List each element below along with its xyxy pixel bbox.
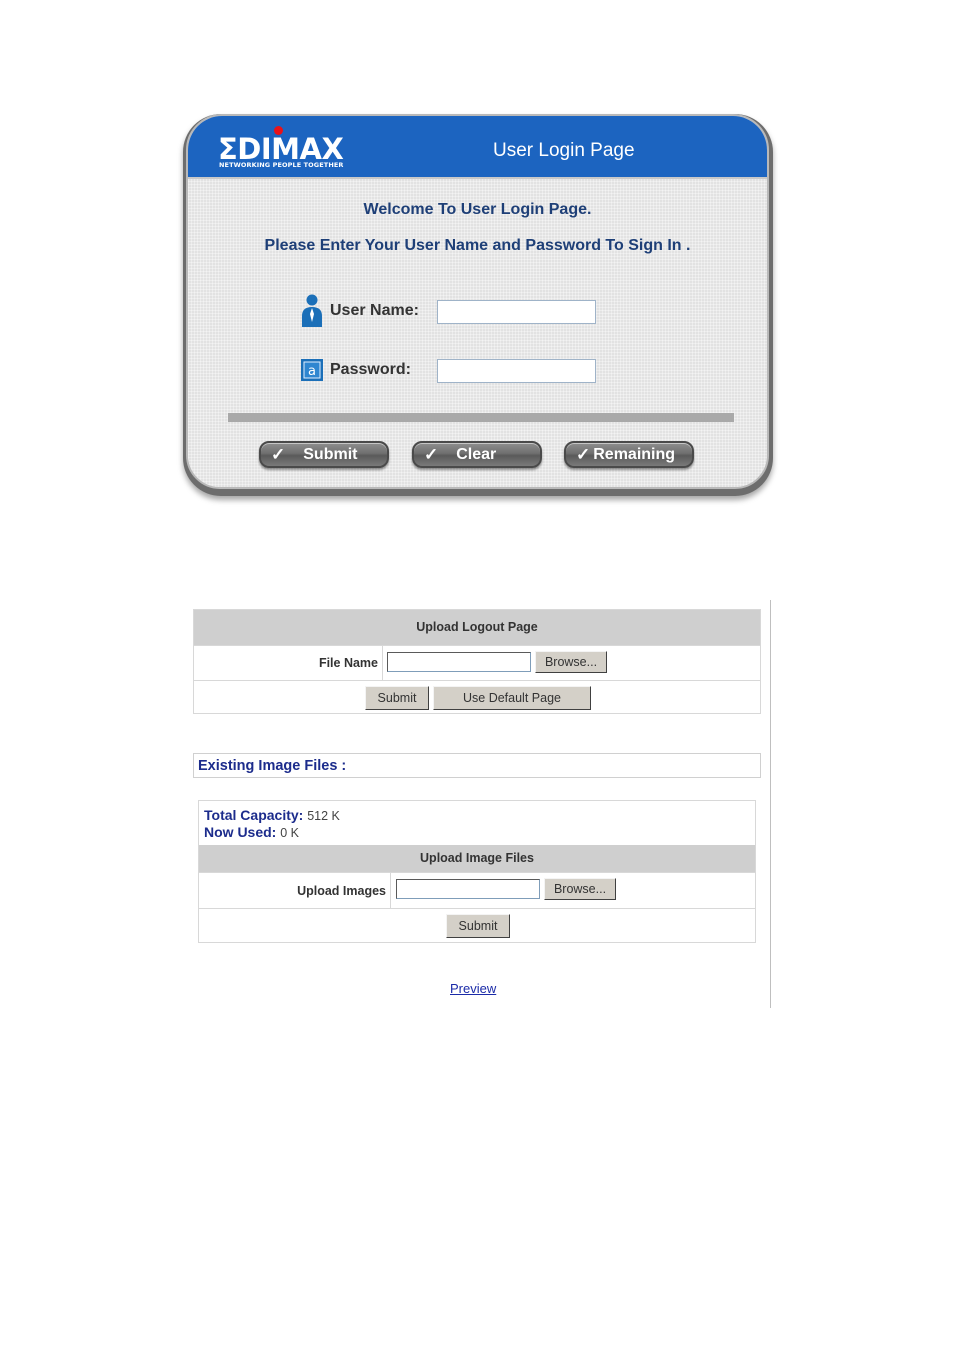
upload-images-input[interactable] — [396, 879, 540, 899]
now-used-label: Now Used: — [204, 824, 277, 840]
svg-text:a: a — [308, 364, 316, 379]
page-right-border — [770, 600, 771, 1008]
now-used: Now Used: 0 K — [204, 824, 299, 840]
login-panel: ΣDIMAX NETWORKING PEOPLE TOGETHER User L… — [186, 114, 769, 489]
logout-submit-button[interactable]: Submit — [365, 686, 429, 710]
login-body: Welcome To User Login Page. Please Enter… — [188, 179, 767, 487]
submit-button-label: Submit — [303, 445, 358, 463]
password-label: Password: — [330, 361, 411, 378]
page-title: User Login Page — [493, 140, 635, 161]
submit-button[interactable]: ✓ Submit — [259, 441, 389, 468]
logo-wordmark: ΣDIMAX — [218, 132, 344, 166]
divider — [228, 413, 734, 422]
existing-image-files-heading: Existing Image Files : — [193, 753, 761, 778]
file-name-input[interactable] — [387, 652, 531, 672]
preview-link[interactable]: Preview — [450, 981, 496, 996]
now-used-value: 0 K — [280, 826, 299, 840]
check-icon: ✓ — [576, 444, 591, 464]
user-icon — [300, 294, 324, 328]
upload-images-table: Total Capacity: 512 K Now Used: 0 K Uplo… — [198, 800, 756, 943]
welcome-heading: Welcome To User Login Page. — [363, 201, 592, 218]
clear-button-label: Clear — [456, 445, 497, 463]
total-capacity: Total Capacity: 512 K — [204, 807, 340, 823]
remaining-button[interactable]: ✓ Remaining — [564, 441, 694, 468]
upload-image-files-title: Upload Image Files — [199, 845, 755, 872]
username-input[interactable] — [437, 300, 596, 324]
check-icon: ✓ — [271, 444, 286, 464]
edimax-logo: ΣDIMAX NETWORKING PEOPLE TOGETHER — [218, 124, 368, 172]
check-icon: ✓ — [424, 444, 439, 464]
upload-logout-table: Upload Logout Page File Name Browse... S… — [193, 609, 761, 714]
username-label: User Name: — [330, 302, 419, 319]
logo-tagline: NETWORKING PEOPLE TOGETHER — [219, 161, 344, 169]
images-browse-button[interactable]: Browse... — [544, 878, 616, 900]
images-submit-button[interactable]: Submit — [446, 914, 510, 938]
file-name-row: File Name Browse... — [194, 645, 760, 680]
keyboard-key-icon: a — [300, 353, 324, 387]
upload-images-row: Upload Images Browse... — [199, 872, 755, 908]
logout-actions-row: Submit Use Default Page — [194, 680, 760, 715]
login-header: ΣDIMAX NETWORKING PEOPLE TOGETHER User L… — [188, 116, 767, 179]
upload-images-label: Upload Images — [199, 873, 391, 908]
total-capacity-label: Total Capacity: — [204, 807, 304, 823]
sign-in-instructions: Please Enter Your User Name and Password… — [264, 237, 691, 254]
remaining-button-label: Remaining — [593, 445, 676, 463]
use-default-page-button[interactable]: Use Default Page — [433, 686, 591, 710]
images-actions-row: Submit — [199, 908, 755, 944]
logout-browse-button[interactable]: Browse... — [535, 651, 607, 673]
total-capacity-value: 512 K — [307, 809, 340, 823]
password-input[interactable] — [437, 359, 596, 383]
clear-button[interactable]: ✓ Clear — [412, 441, 542, 468]
capacity-info: Total Capacity: 512 K Now Used: 0 K — [199, 801, 755, 845]
file-name-label: File Name — [194, 646, 383, 680]
upload-logout-title: Upload Logout Page — [194, 610, 760, 645]
